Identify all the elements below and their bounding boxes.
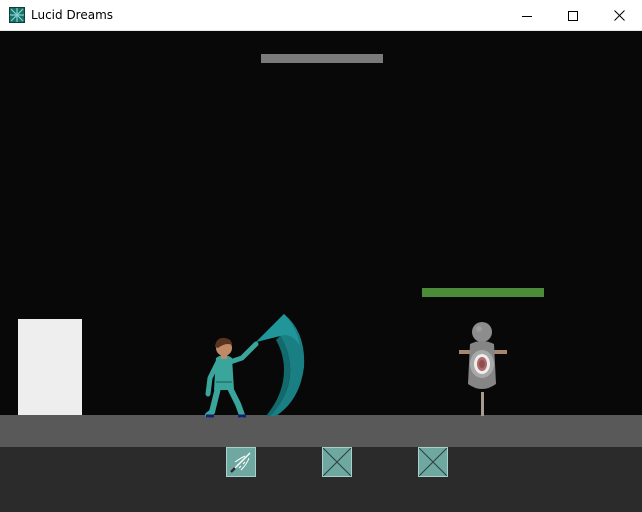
close-button[interactable] <box>596 0 642 31</box>
minimize-button[interactable] <box>504 0 550 31</box>
inventory-slot-1[interactable] <box>226 447 256 477</box>
title-bar[interactable]: Lucid Dreams <box>0 0 642 31</box>
minimize-icon <box>522 15 532 17</box>
floating-platform <box>261 54 383 63</box>
maximize-button[interactable] <box>550 0 596 31</box>
app-icon <box>9 7 25 23</box>
training-dummy <box>459 322 507 416</box>
empty-slot-icon <box>323 448 351 476</box>
inventory-slot-3[interactable] <box>418 447 448 477</box>
weapon-swoosh <box>256 314 305 416</box>
enemy-health-fill <box>422 288 544 297</box>
white-block <box>18 319 82 415</box>
empty-slot-icon <box>419 448 447 476</box>
game-window: Lucid Dreams <box>0 0 642 512</box>
ground <box>0 415 642 447</box>
close-icon <box>613 10 625 21</box>
maximize-icon <box>568 10 578 21</box>
player-body <box>205 337 259 418</box>
player-character <box>205 314 305 418</box>
hud-bar <box>0 447 642 512</box>
enemy-health-bar <box>422 288 544 297</box>
game-canvas[interactable] <box>0 31 642 512</box>
sword-icon <box>230 452 251 473</box>
window-title: Lucid Dreams <box>31 8 114 22</box>
inventory-slot-2[interactable] <box>322 447 352 477</box>
